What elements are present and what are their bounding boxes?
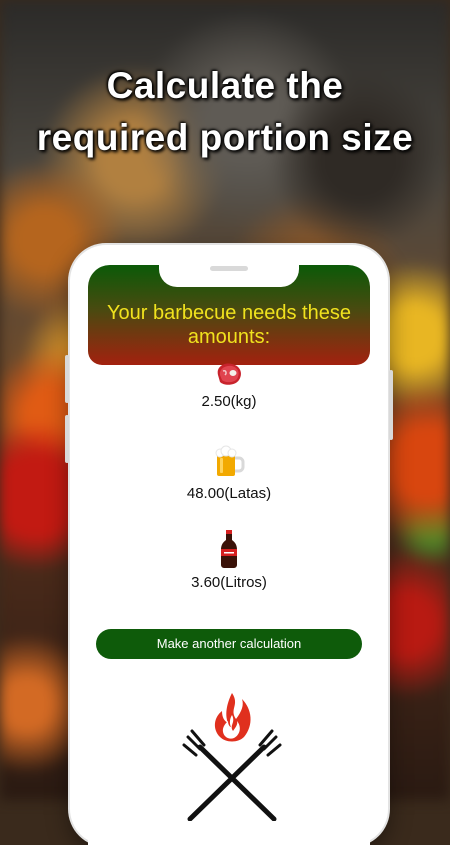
- beer-mug-icon: [215, 445, 245, 476]
- beer-amount: 48.00(Latas): [186, 485, 272, 502]
- results-title: Your barbecue needs these amounts:: [107, 302, 351, 348]
- phone-power-button: [389, 370, 393, 440]
- grill-fork-flame-icon: [182, 693, 282, 821]
- soda-amount: 3.60(Litros): [191, 574, 267, 591]
- beer-result: 48.00(Latas): [88, 445, 370, 502]
- phone-volume-button: [65, 355, 69, 403]
- soda-result: 3.60(Litros): [88, 530, 370, 591]
- steak-icon: [217, 363, 241, 385]
- phone-screen: Your barbecue needs these amounts: 2.50(…: [88, 265, 370, 845]
- make-another-calculation-button[interactable]: Make another calculation: [96, 629, 362, 659]
- soda-bottle-icon: [221, 530, 237, 568]
- promo-headline: Calculate the required portion size: [36, 65, 414, 158]
- phone-mockup: Your barbecue needs these amounts: 2.50(…: [65, 245, 393, 845]
- meat-amount: 2.50(kg): [201, 393, 257, 410]
- phone-volume-button: [65, 415, 69, 463]
- phone-speaker: [210, 266, 248, 271]
- meat-result: 2.50(kg): [88, 361, 370, 410]
- phone-notch: [159, 265, 299, 287]
- results-header: Your barbecue needs these amounts:: [88, 265, 370, 365]
